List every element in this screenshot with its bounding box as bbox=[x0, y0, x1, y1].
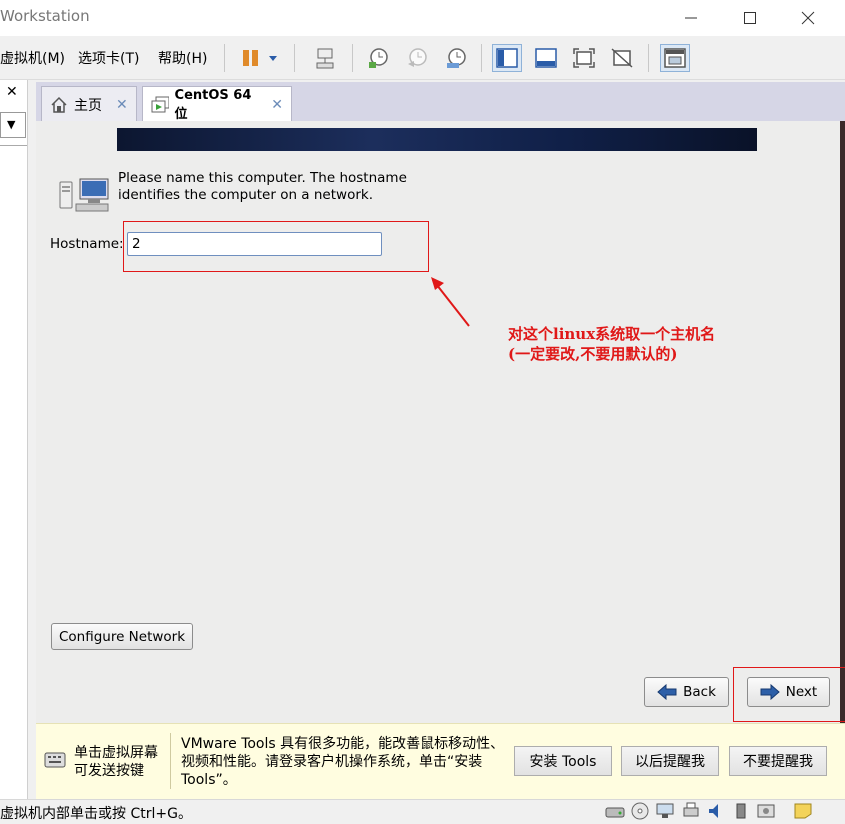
click-hint-line-1: 单击虚拟屏幕 bbox=[74, 745, 158, 761]
annotation-highlight-box bbox=[123, 221, 429, 272]
tab-home[interactable]: 主页 ✕ bbox=[41, 86, 137, 122]
pause-dropdown-button[interactable] bbox=[236, 44, 284, 72]
remind-later-button[interactable]: 以后提醒我 bbox=[621, 746, 719, 776]
close-library-icon[interactable]: ✕ bbox=[6, 84, 18, 100]
maximize-button[interactable] bbox=[736, 6, 764, 30]
snapshot-manager-button[interactable] bbox=[441, 44, 471, 72]
full-screen-icon bbox=[573, 48, 595, 68]
keyboard-icon bbox=[44, 751, 66, 773]
snapshot-button[interactable] bbox=[363, 44, 393, 72]
unity-icon bbox=[611, 48, 633, 68]
status-text: 虚拟机内部单击或按 Ctrl+G。 bbox=[0, 806, 192, 822]
configure-network-button[interactable]: Configure Network bbox=[51, 623, 193, 650]
close-tab-icon[interactable]: ✕ bbox=[271, 97, 283, 113]
tools-bar-divider bbox=[170, 733, 171, 789]
menu-vm[interactable]: 虚拟机(M) bbox=[0, 48, 65, 68]
unity-button[interactable] bbox=[607, 44, 637, 72]
toolbar-divider bbox=[294, 44, 295, 72]
sound-card-icon[interactable] bbox=[706, 802, 726, 820]
hard-disk-icon[interactable] bbox=[605, 802, 625, 820]
menu-help[interactable]: 帮助(H) bbox=[158, 48, 207, 68]
revert-clock-icon bbox=[408, 48, 427, 67]
library-filter-dropdown[interactable]: ▼ bbox=[0, 112, 26, 138]
show-library-button[interactable] bbox=[492, 44, 522, 72]
annotation-highlight-box bbox=[733, 667, 845, 722]
console-view-icon bbox=[664, 48, 686, 68]
vmware-tools-message: VMware Tools 具有很多功能，能改善鼠标移动性、视频和性能。请登录客户… bbox=[181, 736, 505, 788]
pause-icon bbox=[243, 50, 277, 66]
toolbar-divider bbox=[648, 44, 649, 72]
close-window-button[interactable] bbox=[794, 6, 822, 30]
chevron-down-icon: ▼ bbox=[7, 118, 16, 131]
hostname-prompt: Please name this computer. The hostname … bbox=[118, 170, 407, 203]
click-hint-line-2: 可发送按键 bbox=[74, 763, 144, 779]
tab-centos-label: CentOS 64 位 bbox=[174, 88, 252, 122]
network-adapter-icon[interactable] bbox=[655, 802, 675, 820]
back-button[interactable]: Back bbox=[644, 677, 729, 707]
network-send-icon bbox=[316, 48, 334, 69]
annotation-line-1: 对这个linux系统取一个主机名 bbox=[508, 325, 716, 343]
thumbnail-bar-icon bbox=[535, 48, 557, 68]
library-tree[interactable] bbox=[0, 145, 27, 800]
display-icon[interactable] bbox=[756, 802, 776, 820]
toolbar-divider bbox=[481, 44, 482, 72]
network-computers-icon bbox=[58, 178, 110, 218]
annotation-line-2: (一定要改,不要用默认的) bbox=[508, 345, 678, 363]
send-ctrl-alt-del-button[interactable] bbox=[310, 44, 340, 72]
window-title: Workstation bbox=[0, 7, 90, 25]
title-bar bbox=[0, 0, 845, 36]
home-icon bbox=[51, 96, 67, 113]
never-remind-button[interactable]: 不要提醒我 bbox=[729, 746, 827, 776]
toolbar-divider bbox=[352, 44, 353, 72]
cd-dvd-icon[interactable] bbox=[630, 802, 650, 820]
menu-tabs[interactable]: 选项卡(T) bbox=[78, 48, 139, 68]
minimize-button[interactable] bbox=[677, 6, 705, 30]
click-hint: 单击虚拟屏幕 可发送按键 bbox=[74, 744, 158, 780]
snapshot-manager-icon bbox=[447, 48, 466, 68]
snapshot-clock-icon bbox=[369, 48, 388, 68]
annotation-text: 对这个linux系统取一个主机名 (一定要改,不要用默认的) bbox=[508, 324, 715, 364]
tab-home-label: 主页 bbox=[74, 97, 102, 114]
console-view-button[interactable] bbox=[660, 44, 690, 72]
back-arrow-icon bbox=[657, 684, 677, 700]
install-tools-button[interactable]: 安装 Tools bbox=[514, 746, 612, 776]
message-log-icon[interactable] bbox=[793, 802, 813, 820]
library-view-icon bbox=[496, 48, 518, 68]
revert-snapshot-button[interactable] bbox=[402, 44, 432, 72]
usb-device-icon[interactable] bbox=[731, 802, 751, 820]
installer-banner bbox=[117, 128, 757, 151]
thumbnail-bar-button[interactable] bbox=[531, 44, 561, 72]
close-tab-icon[interactable]: ✕ bbox=[116, 97, 128, 113]
full-screen-button[interactable] bbox=[569, 44, 599, 72]
back-label: Back bbox=[683, 684, 716, 700]
annotation-arrow-icon bbox=[431, 277, 470, 327]
tab-centos[interactable]: CentOS 64 位 ✕ bbox=[142, 86, 292, 123]
toolbar-divider bbox=[224, 44, 225, 72]
hostname-label: Hostname: bbox=[50, 236, 124, 252]
usb-printer-icon[interactable] bbox=[681, 802, 701, 820]
vm-icon bbox=[151, 96, 169, 113]
desktop-background bbox=[840, 121, 845, 723]
